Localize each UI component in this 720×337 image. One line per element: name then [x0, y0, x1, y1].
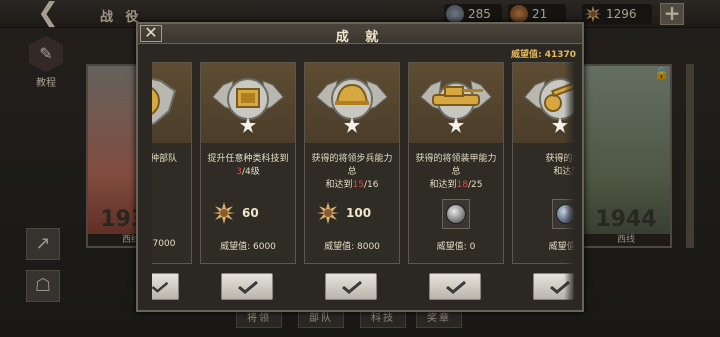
- checkmark-icon: [152, 281, 169, 293]
- prestige-number: 8000: [357, 242, 380, 252]
- prestige-label: 威望值:: [324, 242, 355, 252]
- card-header: [152, 63, 191, 143]
- card-header: [409, 63, 503, 143]
- prestige-sun-icon: [213, 202, 235, 224]
- desc-prefix: 和达到: [429, 180, 457, 190]
- prestige-value: 威望值: 6000: [201, 239, 295, 252]
- prestige-label: 威望值:: [436, 242, 467, 252]
- infantry-medal-icon: [316, 78, 388, 133]
- progress-total: /4级: [241, 167, 260, 177]
- tech-medal-icon: [212, 78, 284, 133]
- progress-current: 18: [456, 180, 468, 190]
- desc-line: 获得的将领步兵能力总: [311, 154, 393, 177]
- progress-total: /25: [467, 180, 483, 190]
- reward: 100: [316, 201, 388, 225]
- achievement-card: 获得的将领步兵能力总 和达到15/16 100 威望值: 8000: [304, 62, 400, 300]
- desc-line: 提升任意种类科技到: [207, 154, 289, 164]
- desc-line: 特种部队: [152, 154, 178, 164]
- prestige-value: 41370: [544, 50, 576, 60]
- modal-header: ✕ 成 就: [138, 24, 582, 45]
- achievement-description: 提升任意种类科技到 3/4级: [205, 153, 291, 179]
- claim-button[interactable]: [221, 273, 273, 300]
- checkmark-icon: [238, 280, 258, 294]
- prestige-sun-icon: [317, 202, 339, 224]
- modal-title: 成 就: [335, 30, 385, 45]
- reward-badge: [442, 199, 470, 229]
- claim-button[interactable]: [429, 273, 481, 300]
- prestige-number: 6000: [253, 242, 276, 252]
- desc-prefix: 和达到: [325, 180, 353, 190]
- reward: 60: [212, 201, 284, 225]
- prestige-total: 威望值: 41370: [511, 47, 576, 60]
- achievement-card: 提升任意种类科技到 3/4级 60 威望值: 6000: [200, 62, 296, 300]
- achievement-list[interactable]: 特种部队 50 7000: [152, 62, 574, 304]
- reward: 50: [152, 201, 189, 225]
- claim-button[interactable]: [325, 273, 377, 300]
- prestige-value: 威望值: 8000: [305, 239, 399, 252]
- checkmark-icon: [446, 280, 466, 294]
- prestige-label: 威望值:: [220, 242, 251, 252]
- desc-line: 获得的将领装甲能力总: [415, 154, 497, 177]
- prestige-label: 威望值:: [510, 50, 542, 60]
- card-header: [201, 63, 295, 143]
- achievement-card: 特种部队 50 7000: [152, 62, 192, 300]
- scroll-fade: [564, 62, 574, 304]
- achievement-description: 获得的将领装甲能力总 和达到18/25: [413, 153, 499, 192]
- silver-badge-icon: [446, 204, 466, 224]
- progress-line: 3/4级: [205, 166, 291, 179]
- achievement-description: 特种部队: [152, 153, 187, 166]
- reward-amount: 100: [346, 206, 372, 220]
- progress-line: 和达到18/25: [413, 179, 499, 192]
- reward-amount: 60: [242, 206, 259, 220]
- achievements-modal: ✕ 成 就 威望值: 41370 特种部队 50 7000: [136, 22, 584, 312]
- prestige-number: 0: [469, 242, 476, 252]
- checkmark-icon: [342, 280, 362, 294]
- prestige-number: 7000: [152, 239, 176, 249]
- prestige-value: 威望值: 0: [409, 239, 503, 252]
- progress-total: /16: [363, 180, 379, 190]
- armor-medal-icon: [420, 80, 492, 133]
- achievement-description: 获得的将领步兵能力总 和达到15/16: [309, 153, 395, 192]
- claim-button[interactable]: [152, 273, 179, 300]
- achievement-card: 获得的将领装甲能力总 和达到18/25 威望值: 0: [408, 62, 504, 300]
- progress-current: 15: [352, 180, 364, 190]
- achievement-medal-icon: [152, 77, 177, 126]
- progress-line: 和达到15/16: [309, 179, 395, 192]
- card-header: [305, 63, 399, 143]
